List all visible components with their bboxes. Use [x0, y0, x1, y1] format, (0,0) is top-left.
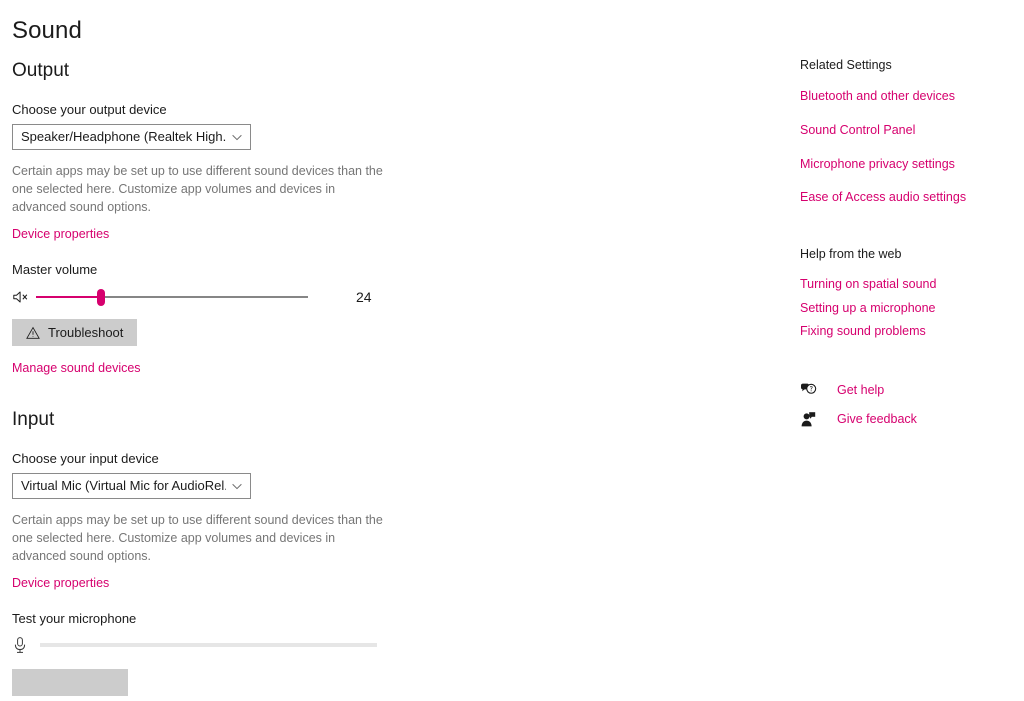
input-troubleshoot-button[interactable]: [12, 669, 128, 696]
speaker-muted-icon[interactable]: [12, 289, 30, 305]
help-bubble-icon: [801, 383, 817, 394]
master-volume-row: 24: [12, 284, 432, 310]
output-device-value: Speaker/Headphone (Realtek High...: [21, 129, 226, 144]
manage-sound-devices-link[interactable]: Manage sound devices: [12, 360, 141, 377]
microphone-test-row: [12, 634, 432, 656]
microphone-icon: [14, 637, 26, 653]
chevron-down-icon: [232, 483, 242, 490]
output-device-dropdown[interactable]: Speaker/Headphone (Realtek High...: [12, 124, 251, 150]
feedback-person-icon: [801, 411, 816, 426]
slider-thumb[interactable]: [97, 289, 105, 306]
help-link-spatial-sound[interactable]: Turning on spatial sound: [800, 276, 1024, 293]
input-device-label: Choose your input device: [12, 451, 159, 466]
master-volume-slider[interactable]: [36, 286, 308, 308]
input-device-value: Virtual Mic (Virtual Mic for AudioRel...: [21, 478, 226, 493]
give-feedback-link[interactable]: Give feedback: [800, 409, 1024, 429]
related-link-ease-of-access-audio[interactable]: Ease of Access audio settings: [800, 189, 1024, 206]
test-microphone-label: Test your microphone: [12, 611, 137, 626]
related-settings-heading: Related Settings: [800, 58, 892, 72]
give-feedback-label: Give feedback: [837, 411, 917, 426]
input-section-heading: Input: [12, 409, 55, 430]
input-description: Certain apps may be set up to use differ…: [12, 513, 383, 563]
slider-fill: [36, 296, 101, 298]
output-device-properties-link[interactable]: Device properties: [12, 226, 109, 243]
input-device-dropdown[interactable]: Virtual Mic (Virtual Mic for AudioRel...: [12, 473, 251, 499]
help-link-fixing-sound-problems[interactable]: Fixing sound problems: [800, 323, 1024, 340]
master-volume-label: Master volume: [12, 262, 98, 277]
page-title: Sound: [12, 17, 82, 44]
microphone-level-meter: [40, 643, 377, 647]
output-description: Certain apps may be set up to use differ…: [12, 164, 383, 214]
help-from-web-heading: Help from the web: [800, 247, 902, 261]
related-link-sound-control-panel[interactable]: Sound Control Panel: [800, 122, 1024, 139]
get-help-link[interactable]: Get help: [800, 380, 1024, 400]
output-device-label: Choose your output device: [12, 102, 167, 117]
get-help-label: Get help: [837, 382, 885, 397]
input-device-properties-link[interactable]: Device properties: [12, 575, 109, 592]
output-troubleshoot-label: Troubleshoot: [48, 325, 124, 340]
help-link-setting-up-microphone[interactable]: Setting up a microphone: [800, 300, 1024, 317]
related-link-bluetooth[interactable]: Bluetooth and other devices: [800, 88, 1024, 105]
chevron-down-icon: [232, 134, 242, 141]
warning-triangle-icon: [26, 326, 40, 339]
master-volume-value: 24: [356, 289, 372, 305]
output-troubleshoot-button[interactable]: Troubleshoot: [12, 319, 138, 346]
output-section-heading: Output: [12, 60, 70, 81]
related-link-microphone-privacy[interactable]: Microphone privacy settings: [800, 156, 1024, 173]
settings-main-content: Sound Output Choose your output device S…: [12, 0, 432, 701]
settings-side-panel: Related Settings Bluetooth and other dev…: [800, 0, 1024, 429]
